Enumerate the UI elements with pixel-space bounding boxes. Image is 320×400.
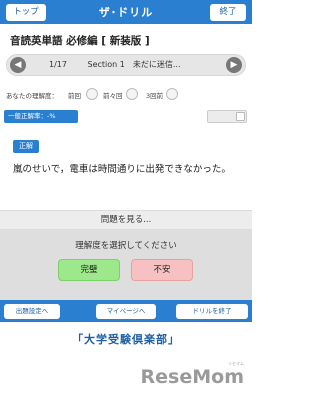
three-before-status-icon <box>166 88 178 100</box>
overall-rate-badge: 一般正解率：-% <box>4 110 78 123</box>
before-previous-label: 前々回 <box>103 92 123 100</box>
end-button[interactable]: 終了 <box>210 4 246 21</box>
book-title: 音読英単語 必修編 [ 新装版 ] <box>10 35 150 47</box>
chevron-right-icon[interactable]: ▶ <box>226 57 242 73</box>
display-toggle[interactable] <box>207 110 247 123</box>
question-nav: ◀ 1/17 Section 1 未だに迷信... ▶ <box>6 54 246 76</box>
nav-text: 1/17 Section 1 未だに迷信... <box>31 55 221 75</box>
unsure-button[interactable]: 不安 <box>131 259 193 281</box>
understanding-label: あなたの理解度： <box>6 92 58 100</box>
perfect-button[interactable]: 完璧 <box>58 259 120 281</box>
understanding-row: あなたの理解度： 前回 前々回 3回前 <box>6 88 206 102</box>
mypage-button[interactable]: マイページへ <box>96 304 156 319</box>
select-prompt: 理解度を選択してください <box>75 241 177 251</box>
three-before-label: 3回前 <box>146 92 164 100</box>
previous-label: 前回 <box>68 92 81 100</box>
app-screen: トップ ザ･ドリル 終了 音読英単語 必修編 [ 新装版 ] ◀ 1/17 Se… <box>0 0 252 400</box>
section-text: Section 1 未だに迷信... <box>87 60 181 69</box>
correct-label: 正解 <box>13 140 39 153</box>
toggle-knob <box>236 112 245 121</box>
chevron-left-icon[interactable]: ◀ <box>10 57 26 73</box>
before-previous-status-icon <box>126 88 138 100</box>
end-drill-button[interactable]: ドリルを終了 <box>176 304 248 319</box>
understanding-select-panel: 理解度を選択してください 完璧 不安 <box>0 230 252 300</box>
answer-sentence: 嵐のせいで，電車は時間通りに出発できなかった。 <box>13 164 231 175</box>
resemom-watermark: ReseMom <box>140 366 244 388</box>
show-problem-button[interactable]: 問題を見る... <box>0 210 252 230</box>
question-settings-button[interactable]: 出題設定へ <box>4 304 60 319</box>
question-position: 1/17 <box>49 60 67 69</box>
top-bar: トップ ザ･ドリル 終了 <box>0 0 252 24</box>
previous-status-icon <box>86 88 98 100</box>
bottom-bar: 出題設定へ マイページへ ドリルを終了 <box>0 300 252 322</box>
club-logo: 「大学受験倶楽部」 <box>72 333 180 346</box>
